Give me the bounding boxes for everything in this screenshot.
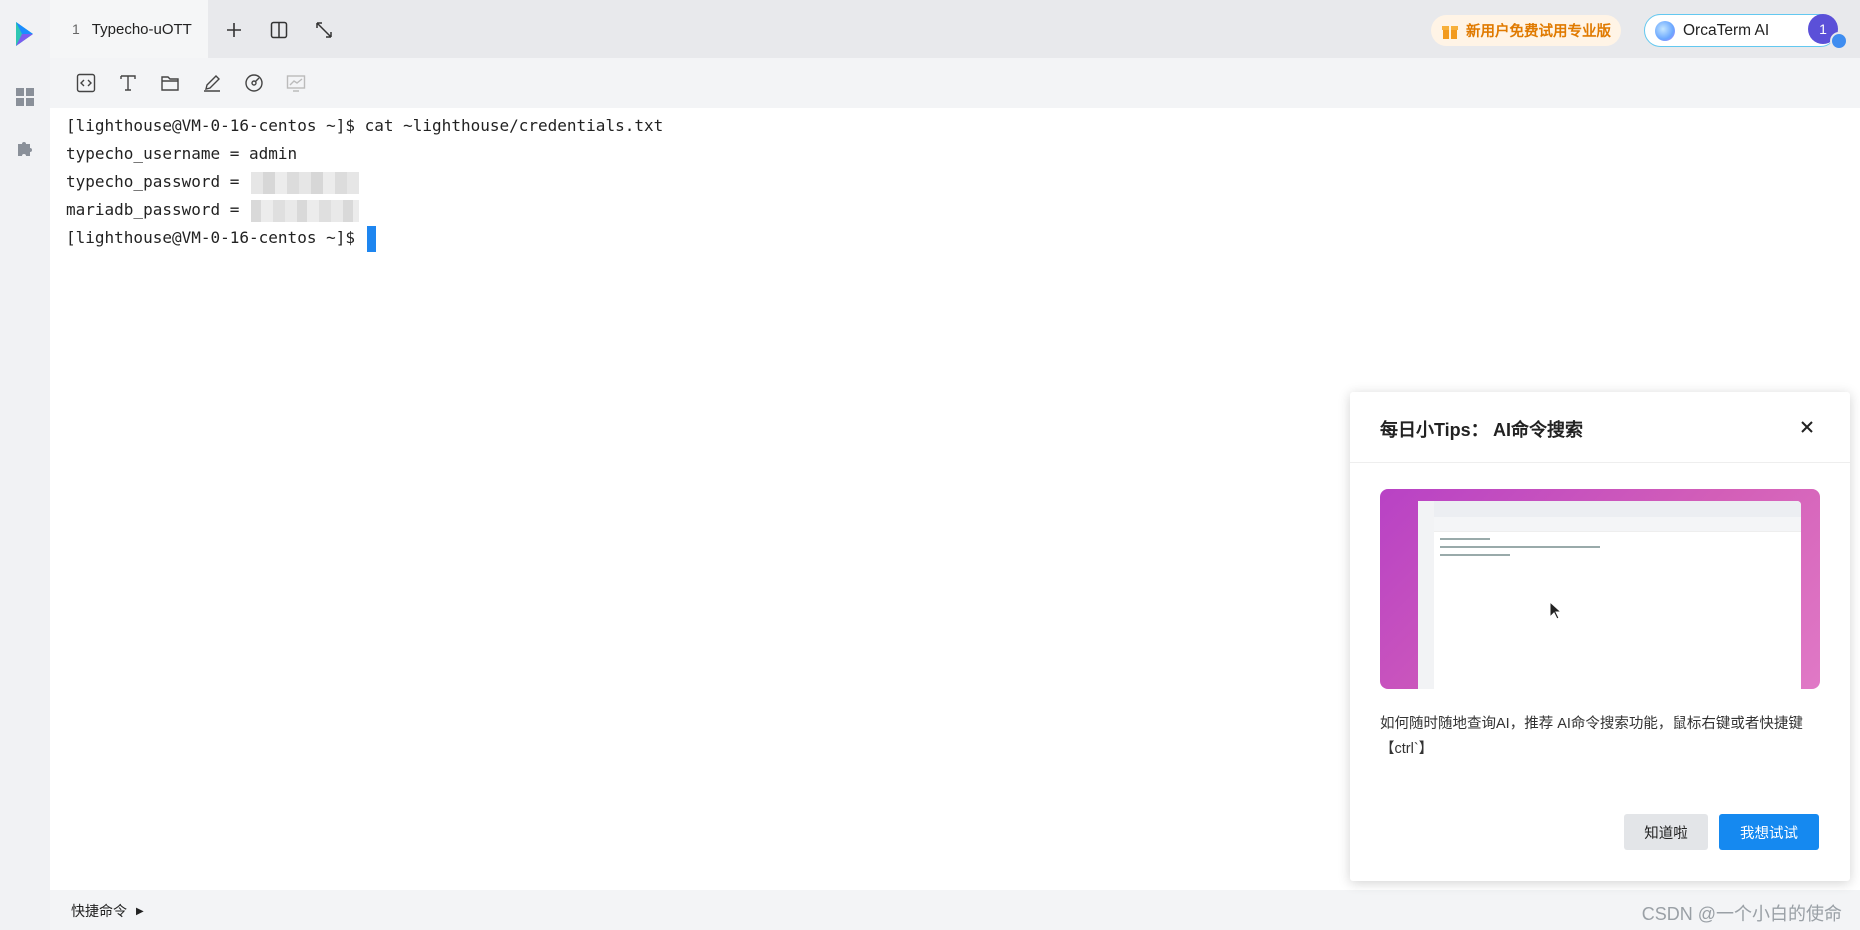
dashboard-gauge-icon[interactable] — [242, 71, 266, 95]
expand-icon — [316, 22, 332, 38]
avatar-text: 1 — [1819, 21, 1827, 37]
close-icon[interactable] — [1796, 416, 1818, 438]
terminal-toolbar — [50, 58, 1860, 108]
text-icon[interactable] — [116, 71, 140, 95]
bottom-bar: 快捷命令 ▶ CSDN @一个小白的使命 — [50, 890, 1860, 930]
dismiss-button[interactable]: 知道啦 — [1624, 814, 1708, 850]
code-icon[interactable] — [74, 71, 98, 95]
terminal-prompt-line: [lighthouse@VM-0-16-centos ~]$ — [66, 220, 376, 256]
caret-right-icon: ▶ — [136, 905, 144, 917]
left-sidebar — [0, 0, 50, 930]
ai-label: OrcaTerm AI — [1683, 21, 1770, 39]
new-tab-button[interactable] — [222, 18, 246, 42]
promo-trial-button[interactable]: 新用户免费试用专业版 — [1431, 15, 1621, 46]
password-label: typecho_password = — [66, 172, 250, 191]
edit-icon[interactable] — [200, 71, 224, 95]
tab-index: 1 — [72, 21, 80, 37]
prompt-text: [lighthouse@VM-0-16-centos ~]$ — [66, 228, 365, 247]
terminal-cursor — [366, 225, 376, 252]
quick-commands-label: 快捷命令 — [71, 903, 127, 919]
preview-window — [1418, 501, 1801, 689]
avatar-badge-icon — [1830, 32, 1848, 50]
plus-icon — [227, 23, 241, 37]
tab-typecho[interactable]: 1 Typecho-uOTT — [50, 0, 208, 58]
quick-commands-button[interactable]: 快捷命令 ▶ — [71, 901, 144, 921]
redacted-value — [251, 171, 360, 194]
monitor-icon — [284, 71, 308, 95]
mouse-pointer-icon — [1548, 600, 1564, 626]
tip-description: 如何随时随地查询AI，推荐 AI命令搜索功能，鼠标右键或者快捷键【ctrl`】 — [1380, 716, 1803, 757]
promo-label: 新用户免费试用专业版 — [1466, 24, 1611, 40]
plugin-icon[interactable] — [14, 137, 36, 159]
tab-title: Typecho-uOTT — [91, 20, 192, 38]
try-button[interactable]: 我想试试 — [1719, 814, 1819, 850]
top-bar: 1 Typecho-uOTT 新用户免费试用专业版 OrcaTerm AI — [50, 0, 1860, 58]
split-screen-button[interactable] — [267, 18, 291, 42]
app-logo-icon — [13, 20, 37, 48]
ai-orb-icon — [1655, 20, 1675, 41]
csdn-watermark: CSDN @一个小白的使命 — [1641, 904, 1842, 924]
redacted-value — [251, 199, 360, 222]
dialog-header: 每日小Tips： AI命令搜索 — [1350, 392, 1850, 463]
split-icon — [270, 21, 288, 39]
dialog-title: 每日小Tips： AI命令搜索 — [1380, 420, 1584, 440]
dashboard-icon[interactable] — [14, 86, 36, 108]
tip-preview-image — [1380, 489, 1820, 689]
folder-icon[interactable] — [158, 71, 182, 95]
gift-icon — [1442, 25, 1458, 39]
fullscreen-button[interactable] — [312, 18, 336, 42]
daily-tips-dialog: 每日小Tips： AI命令搜索 如何随时随地查询AI，推荐 AI命令搜索功能，鼠… — [1350, 392, 1850, 881]
password-label: mariadb_password = — [66, 200, 250, 219]
